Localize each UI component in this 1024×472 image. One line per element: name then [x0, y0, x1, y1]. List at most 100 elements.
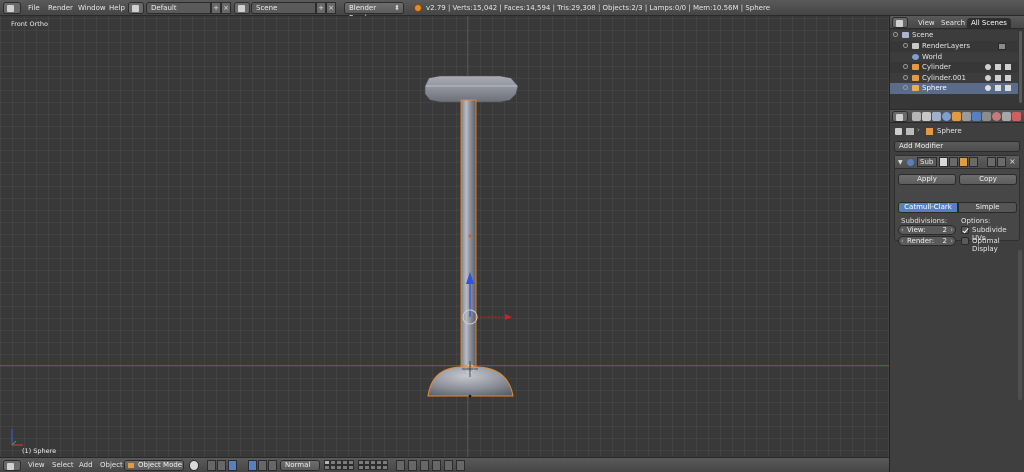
- decrement-arrow-icon[interactable]: ‹: [901, 226, 904, 234]
- subdivide-uvs-checkbox[interactable]: [961, 226, 969, 234]
- proportional-edit-button[interactable]: [408, 460, 417, 471]
- menu-render[interactable]: Render: [48, 2, 73, 14]
- snap-target-button[interactable]: [444, 460, 453, 471]
- add-modifier-dropdown[interactable]: Add Modifier: [894, 141, 1020, 152]
- decrement-arrow-icon[interactable]: ‹: [901, 237, 904, 245]
- manipulator-toggle-button[interactable]: [228, 460, 237, 471]
- menu-select[interactable]: Select: [52, 461, 74, 470]
- editor-type-button[interactable]: [892, 17, 908, 28]
- interaction-mode-dropdown[interactable]: Object Mode: [124, 460, 184, 471]
- edit-mode-toggle-icon[interactable]: [939, 157, 948, 167]
- data-tab-icon[interactable]: [982, 112, 991, 121]
- outliner-scrollbar[interactable]: [1019, 31, 1022, 103]
- rotate-manipulator-button[interactable]: [258, 460, 267, 471]
- expand-icon[interactable]: [903, 85, 908, 90]
- render-camera-icon[interactable]: [1005, 64, 1011, 70]
- selectability-arrow-icon[interactable]: [995, 74, 1001, 81]
- copy-button[interactable]: Copy: [959, 174, 1017, 185]
- snap-element-button[interactable]: [432, 460, 441, 471]
- material-tab-icon[interactable]: [992, 112, 1001, 121]
- remove-layout-button[interactable]: ×: [221, 2, 231, 14]
- optimal-display-checkbox[interactable]: [961, 237, 969, 245]
- view-levels-field[interactable]: ‹ View: 2 ›: [898, 225, 956, 235]
- render-camera-icon[interactable]: [1005, 85, 1011, 91]
- increment-arrow-icon[interactable]: ›: [950, 237, 953, 245]
- render-camera-icon[interactable]: [1005, 74, 1011, 81]
- snap-toggle-button[interactable]: [420, 460, 429, 471]
- add-scene-button[interactable]: +: [316, 2, 326, 14]
- sphere-base[interactable]: [427, 364, 514, 398]
- cage-toggle-icon[interactable]: [949, 157, 958, 167]
- outliner-row-world[interactable]: World: [890, 51, 1018, 62]
- move-down-icon[interactable]: [997, 157, 1006, 167]
- screen-layout-button[interactable]: [128, 2, 144, 14]
- layers-grid[interactable]: [324, 460, 390, 471]
- translate-manipulator-button[interactable]: [248, 460, 257, 471]
- outliner-display-mode[interactable]: All Scenes: [967, 18, 1011, 28]
- apply-button[interactable]: Apply: [898, 174, 956, 185]
- remove-scene-button[interactable]: ×: [326, 2, 336, 14]
- selectability-arrow-icon[interactable]: [995, 64, 1001, 70]
- outliner-menu-search[interactable]: Search: [937, 18, 969, 28]
- pivot-align-button[interactable]: [217, 460, 226, 471]
- render-tab-icon[interactable]: [912, 112, 921, 121]
- outliner-row-scene[interactable]: Scene: [890, 30, 1018, 41]
- increment-arrow-icon[interactable]: ›: [950, 226, 953, 234]
- cylinder-shaft[interactable]: [460, 99, 477, 369]
- simple-option[interactable]: Simple: [958, 202, 1017, 213]
- pin-icon[interactable]: [895, 128, 902, 135]
- selectability-arrow-icon[interactable]: [995, 85, 1001, 91]
- properties-scrollbar[interactable]: [1018, 250, 1022, 400]
- render-layers-tab-icon[interactable]: [922, 112, 931, 121]
- menu-help[interactable]: Help: [109, 2, 125, 14]
- scene-tab-icon[interactable]: [932, 112, 941, 121]
- world-tab-icon[interactable]: [942, 112, 951, 121]
- editor-type-button[interactable]: [3, 460, 21, 471]
- screen-layout-field[interactable]: Default: [146, 2, 211, 14]
- particles-tab-icon[interactable]: [1012, 112, 1021, 121]
- viewport-shading-button[interactable]: [189, 460, 199, 471]
- transform-manipulator-icon[interactable]: [462, 272, 512, 325]
- outliner-row-sphere[interactable]: Sphere: [890, 83, 1018, 94]
- realtime-toggle-icon[interactable]: [969, 157, 978, 167]
- object-tab-icon[interactable]: [952, 112, 961, 121]
- expand-icon[interactable]: [903, 43, 908, 48]
- editor-type-button[interactable]: [892, 111, 908, 122]
- transform-orientation-dropdown[interactable]: Normal: [280, 460, 320, 471]
- expand-icon[interactable]: [903, 64, 908, 69]
- editor-type-button[interactable]: [3, 2, 21, 14]
- outliner-menu-view[interactable]: View: [914, 18, 939, 28]
- visibility-eye-icon[interactable]: [985, 85, 991, 91]
- lock-camera-button[interactable]: [396, 460, 405, 471]
- scale-manipulator-button[interactable]: [268, 460, 277, 471]
- add-layout-button[interactable]: +: [211, 2, 221, 14]
- catmull-clark-option[interactable]: Catmull-Clark: [898, 202, 958, 213]
- scene-button[interactable]: [234, 2, 250, 14]
- visibility-eye-icon[interactable]: [985, 74, 991, 81]
- outliner-row-cylinder[interactable]: Cylinder: [890, 62, 1018, 73]
- constraints-tab-icon[interactable]: [962, 112, 971, 121]
- expand-icon[interactable]: [893, 32, 898, 37]
- move-up-icon[interactable]: [987, 157, 996, 167]
- render-toggle-icon[interactable]: [959, 157, 968, 167]
- scene-field[interactable]: Scene: [251, 2, 316, 14]
- pivot-point-button[interactable]: [207, 460, 216, 471]
- modifier-name-field[interactable]: Sub: [917, 157, 937, 167]
- camera-icon[interactable]: [998, 43, 1006, 50]
- 3d-viewport[interactable]: Front Ortho (1) Sphere: [0, 16, 889, 457]
- outliner-row-cylinder-001[interactable]: Cylinder.001: [890, 72, 1018, 83]
- menu-object[interactable]: Object: [100, 461, 123, 470]
- visibility-eye-icon[interactable]: [985, 64, 991, 70]
- menu-add[interactable]: Add: [79, 461, 93, 470]
- texture-tab-icon[interactable]: [1002, 112, 1011, 121]
- menu-file[interactable]: File: [28, 2, 40, 14]
- render-engine-dropdown[interactable]: Blender Render ⬍: [344, 2, 404, 22]
- modifiers-wrench-tab-icon[interactable]: [972, 112, 981, 121]
- render-preview-button[interactable]: [456, 460, 465, 471]
- expand-icon[interactable]: [903, 74, 908, 80]
- outliner-row-renderlayers[interactable]: RenderLayers: [890, 41, 1018, 52]
- menu-window[interactable]: Window: [78, 2, 106, 14]
- render-levels-field[interactable]: ‹ Render: 2 ›: [898, 236, 956, 246]
- close-icon[interactable]: ×: [1009, 157, 1016, 166]
- menu-view[interactable]: View: [28, 461, 45, 470]
